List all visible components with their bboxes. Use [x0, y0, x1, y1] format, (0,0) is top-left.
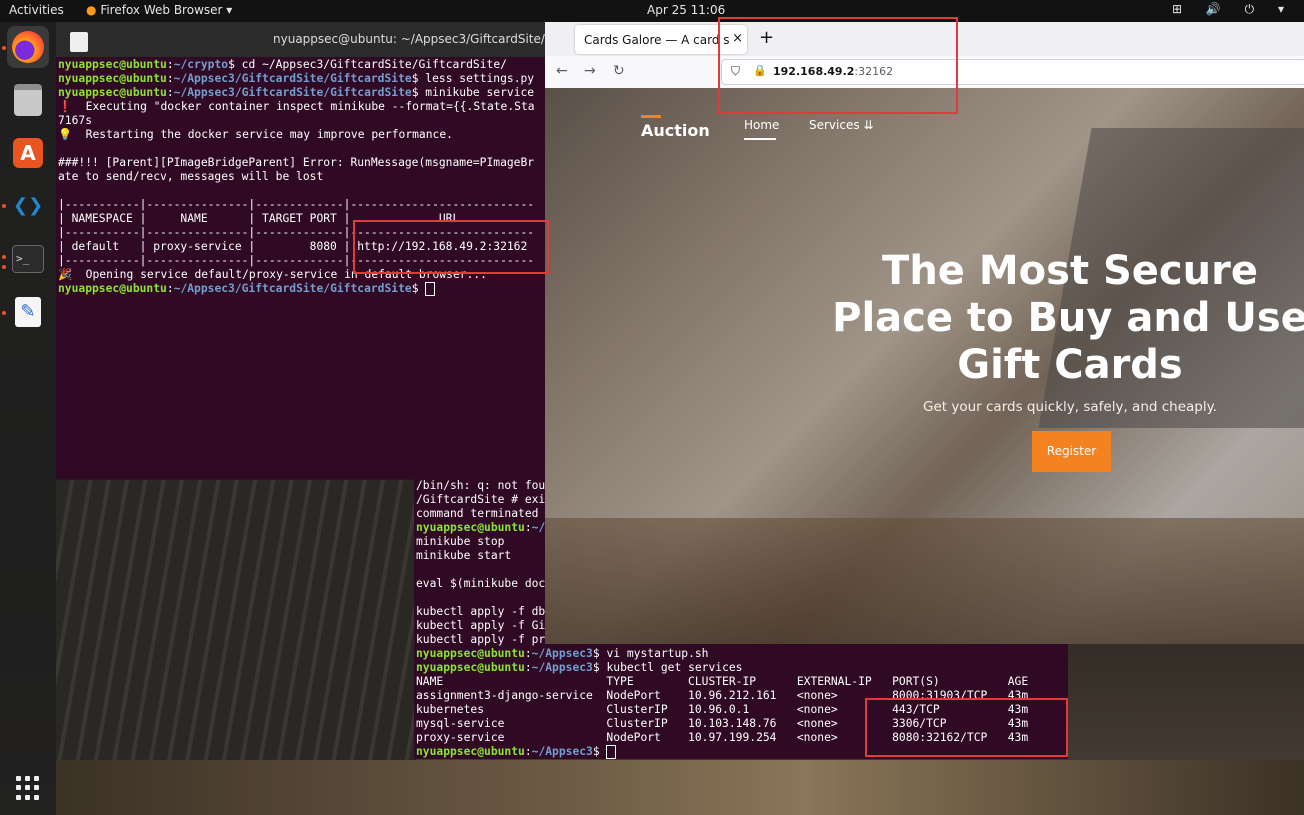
back-icon[interactable]: ← [556, 63, 568, 79]
files-icon [14, 84, 42, 116]
terminal-line: nyuappsec@ubuntu:~/crypto$ cd ~/Appsec3/… [58, 58, 507, 71]
reload-icon[interactable]: ↻ [613, 63, 625, 79]
terminal-line: command terminated [416, 507, 539, 520]
vscode-icon: ❮❯ [13, 195, 44, 216]
command-text: $ [411, 282, 426, 295]
hero-title: The Most Secure Place to Buy and Use Gif… [832, 248, 1304, 388]
terminal-line: ate to send/recv, messages will be lost [58, 170, 324, 183]
prompt-path: ~/crypto [173, 58, 229, 71]
command-text: $ less settings.py [411, 72, 535, 85]
terminal-tab-icon[interactable] [70, 32, 88, 52]
prompt-path: ~/Appsec3 [531, 647, 593, 660]
firefox-icon [12, 31, 44, 63]
running-indicator [2, 255, 6, 259]
terminal-line: /GiftcardSite # exi [416, 493, 546, 506]
terminal-cursor [425, 282, 436, 296]
web-page: Auction Home Services ⇊ The Most Secure … [545, 88, 1304, 644]
annotation-box-ports [865, 698, 1068, 757]
terminal-line: kubectl apply -f pr [416, 633, 546, 646]
terminal-line: |-----------|---------------|-----------… [58, 198, 535, 211]
nav-home-link[interactable]: Home [744, 118, 780, 140]
tab-title: Cards Galore — A card sales [584, 33, 730, 47]
dock-item-firefox[interactable] [7, 26, 49, 68]
app-center-icon: A [13, 138, 43, 168]
dock-item-vscode[interactable]: ❮❯ [7, 185, 49, 227]
terminal-cursor [606, 745, 617, 759]
top-bar: Activities ● Firefox Web Browser ▾ Apr 2… [0, 0, 1304, 22]
prompt-user: nyuappsec@ubuntu [416, 745, 525, 758]
terminal-line: nyuappsec@ubuntu:~/Appsec3/GiftcardSite/… [58, 282, 436, 296]
terminal-line: minikube stop [416, 535, 505, 548]
annotation-box-service-url [353, 220, 549, 274]
terminal-line: ❗ Executing "docker container inspect mi… [58, 100, 535, 113]
terminal-line: 💡 Restarting the docker service may impr… [58, 128, 453, 141]
nav-home-label: Home [744, 118, 780, 132]
prompt-user: nyuappsec@ubuntu [416, 647, 525, 660]
running-indicator [2, 311, 6, 315]
terminal-line: kubectl apply -f db [416, 605, 546, 618]
terminal-title: nyuappsec@ubuntu: ~/Appsec3/GiftcardSite… [273, 32, 545, 46]
terminal-line: 7167s [58, 114, 93, 127]
nav-services-label: Services ⇊ [809, 118, 874, 132]
show-applications-button[interactable] [7, 767, 49, 809]
site-logo-text: Auction [641, 121, 710, 140]
prompt-user: nyuappsec@ubuntu [58, 282, 167, 295]
clock[interactable]: Apr 25 11:06 [647, 3, 725, 17]
dock-item-terminal[interactable]: >_ [7, 238, 49, 280]
command-text: $ [592, 745, 607, 758]
running-indicator [2, 265, 6, 269]
terminal-line: eval $(minikube doc [416, 577, 546, 590]
prompt-path: ~/Appsec3/GiftcardSite/GiftcardSite [173, 86, 412, 99]
running-indicator [2, 46, 6, 50]
prompt-user: nyuappsec@ubuntu [58, 72, 167, 85]
dock-item-files[interactable] [7, 79, 49, 121]
command-text: $ vi mystartup.sh [592, 647, 709, 660]
firefox-icon: ● [86, 3, 97, 17]
prompt-user: nyuappsec@ubuntu [416, 521, 525, 534]
prompt-user: nyuappsec@ubuntu [416, 661, 525, 674]
prompt-path: ~/Appsec3/GiftcardSite/GiftcardSite [173, 282, 412, 295]
command-text: $ minikube service [411, 86, 535, 99]
terminal-line: nyuappsec@ubuntu:~/Appsec3$ [416, 745, 617, 759]
terminal-line: NAME TYPE CLUSTER-IP EXTERNAL-IP PORT(S)… [416, 675, 1029, 688]
command-text: $ cd ~/Appsec3/GiftcardSite/GiftcardSite… [228, 58, 507, 71]
system-tray[interactable]: ⊞ 🔊 ⏻ ▾ [1172, 2, 1294, 17]
prompt-path: ~/Appsec3/GiftcardSite/GiftcardSite [173, 72, 412, 85]
command-text: $ kubectl get services [592, 661, 743, 674]
prompt-user: nyuappsec@ubuntu [58, 86, 167, 99]
site-logo[interactable]: Auction [641, 115, 710, 140]
terminal-titlebar[interactable]: nyuappsec@ubuntu: ~/Appsec3/GiftcardSite… [56, 22, 546, 57]
running-indicator [2, 204, 6, 208]
terminal-line: ###!!! [Parent][PImageBridgeParent] Erro… [58, 156, 535, 169]
terminal-line: nyuappsec@ubuntu:~/Appsec3/GiftcardSite/… [58, 86, 535, 99]
terminal-line: nyuappsec@ubuntu:~/Appsec3$ kubectl get … [416, 661, 743, 674]
terminal-line: minikube start [416, 549, 512, 562]
dock-item-app-center[interactable]: A [7, 132, 49, 174]
prompt-user: nyuappsec@ubuntu [58, 58, 167, 71]
text-editor-icon: ✎ [15, 297, 41, 327]
prompt-path: ~/ [531, 521, 546, 534]
activities-button[interactable]: Activities [9, 3, 64, 17]
annotation-box-url [718, 17, 958, 114]
forward-icon[interactable]: → [584, 63, 596, 79]
terminal-line: /bin/sh: q: not fou [416, 479, 546, 492]
grid-icon [16, 776, 40, 800]
prompt-path: ~/Appsec3 [531, 745, 593, 758]
terminal-line: nyuappsec@ubuntu:~/Appsec3/GiftcardSite/… [58, 72, 535, 85]
chevron-down-icon: ▾ [226, 3, 233, 17]
terminal-icon: >_ [12, 245, 44, 273]
nav-services-link[interactable]: Services ⇊ [809, 118, 873, 132]
dock-item-text-editor[interactable]: ✎ [7, 291, 49, 333]
register-button[interactable]: Register [1032, 431, 1111, 472]
dock: A ❮❯ >_ ✎ [0, 22, 56, 815]
app-menu-label: Firefox Web Browser [100, 3, 223, 17]
app-menu[interactable]: ● Firefox Web Browser ▾ [86, 3, 232, 17]
firefox-window[interactable]: Cards Galore — A card sales × + ← → ↻ ⛉ … [545, 22, 1304, 644]
prompt-path: ~/Appsec3 [531, 661, 593, 674]
wallpaper-band [56, 760, 1304, 815]
terminal-line: kubectl apply -f Gi [416, 619, 546, 632]
hero-subtitle: Get your cards quickly, safely, and chea… [923, 399, 1217, 415]
terminal-line: nyuappsec@ubuntu:~/ [416, 521, 546, 534]
terminal-line: nyuappsec@ubuntu:~/Appsec3$ vi mystartup… [416, 647, 709, 660]
